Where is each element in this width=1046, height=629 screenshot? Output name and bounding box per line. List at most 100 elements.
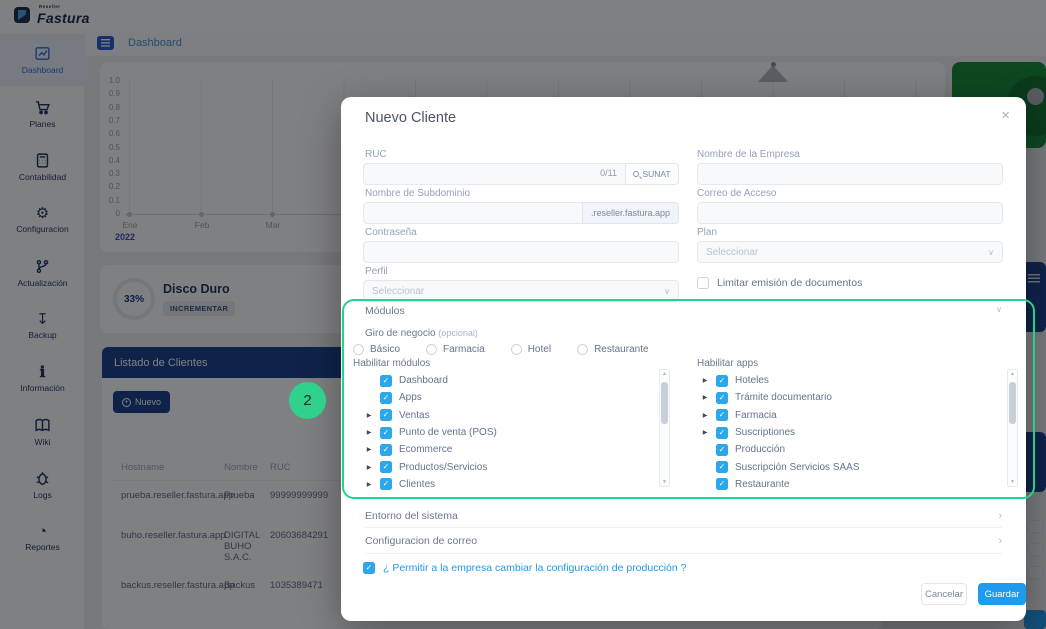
tree-arrow-icon[interactable]: ▶	[365, 464, 373, 471]
entorno-section-header[interactable]: Entorno del sistema ›	[365, 510, 1002, 522]
empresa-input[interactable]	[697, 163, 1003, 185]
tree-arrow-icon[interactable]: ▶	[701, 377, 709, 384]
plan-select[interactable]: Seleccionar ∨	[697, 241, 1003, 263]
app-label: Farmacia	[735, 410, 777, 421]
production-checkbox[interactable]: ✓	[363, 562, 375, 574]
tree-arrow-icon[interactable]: ▶	[365, 412, 373, 419]
app-checkbox[interactable]: ✓	[716, 427, 728, 439]
empresa-label: Nombre de la Empresa	[697, 149, 800, 160]
apps-list: ▶ ✓ Hoteles ▶ ✓ Trámite documentario ▶ ✓ Farma…	[701, 372, 1001, 493]
scroll-up-icon[interactable]: ▲	[1010, 370, 1015, 378]
sunat-button[interactable]: SUNAT	[625, 163, 679, 185]
modules-scrollbar[interactable]: ▲ ▼	[659, 369, 670, 487]
correo-section-header[interactable]: Configuracion de correo ›	[365, 535, 1002, 547]
module-item[interactable]: ▶✓Punto de venta (POS)	[365, 424, 665, 441]
giro-option-label: Hotel	[528, 344, 551, 355]
app-checkbox[interactable]: ✓	[716, 392, 728, 404]
save-button[interactable]: Guardar	[978, 583, 1026, 605]
correo-input[interactable]	[697, 202, 1003, 224]
production-row: ✓ ¿ Permitir a la empresa cambiar la con…	[363, 562, 686, 574]
module-item[interactable]: ✓ Dashboard	[365, 372, 665, 389]
module-checkbox[interactable]: ✓	[380, 461, 392, 473]
app-item[interactable]: ▶✓Suscriptiones	[701, 424, 1001, 441]
module-checkbox[interactable]: ✓	[380, 392, 392, 404]
search-icon	[633, 171, 639, 177]
app-label: Restaurante	[735, 479, 789, 490]
limitar-checkbox[interactable]	[697, 277, 709, 289]
radio-icon[interactable]	[426, 344, 437, 355]
modules-section-header[interactable]: Módulos ∨	[365, 305, 1002, 317]
app-item[interactable]: ✓ Restaurante	[701, 476, 1001, 493]
module-label: Dashboard	[399, 375, 448, 386]
module-label: Clientes	[399, 479, 435, 490]
check-icon: ✓	[719, 411, 726, 419]
section-divider	[365, 553, 1002, 554]
close-icon[interactable]: ×	[1001, 107, 1010, 124]
radio-icon[interactable]	[511, 344, 522, 355]
module-item[interactable]: ✓Apps	[365, 389, 665, 406]
ruc-input-group: 0/11 SUNAT	[363, 163, 679, 185]
scroll-track[interactable]	[661, 378, 668, 478]
app-checkbox[interactable]: ✓	[716, 478, 728, 490]
subdominio-label: Nombre de Subdominio	[365, 188, 470, 199]
app-checkbox[interactable]: ✓	[716, 461, 728, 473]
radio-icon[interactable]	[353, 344, 364, 355]
tree-arrow-icon[interactable]: ▶	[365, 446, 373, 453]
contrasena-input[interactable]	[363, 241, 679, 263]
limitar-label: Limitar emisión de documentos	[717, 277, 862, 289]
ruc-input[interactable]	[363, 163, 627, 185]
app-checkbox[interactable]: ✓	[716, 409, 728, 421]
app-label: Trámite documentario	[735, 392, 832, 403]
module-item[interactable]: ▶✓Ecommerce	[365, 441, 665, 458]
module-checkbox[interactable]: ✓	[380, 375, 392, 387]
app-label: Producción	[735, 444, 785, 455]
tree-arrow-icon[interactable]: ▶	[365, 429, 373, 436]
module-checkbox[interactable]: ✓	[380, 478, 392, 490]
app-item[interactable]: ▶ ✓ Farmacia	[701, 407, 1001, 424]
giro-hint: (opcional)	[438, 328, 478, 338]
perfil-select[interactable]: Seleccionar ∨	[363, 280, 679, 302]
section-divider	[365, 527, 1002, 528]
scroll-thumb[interactable]	[661, 382, 668, 424]
tree-arrow-icon[interactable]: ▶	[701, 394, 709, 401]
app-item[interactable]: ▶ ✓ Trámite documentario	[701, 389, 1001, 406]
app-checkbox[interactable]: ✓	[716, 444, 728, 456]
module-checkbox[interactable]: ✓	[380, 427, 392, 439]
module-item[interactable]: ▶✓Ventas	[365, 407, 665, 424]
cancel-button[interactable]: Cancelar	[921, 583, 967, 605]
scroll-up-icon[interactable]: ▲	[662, 370, 667, 378]
app-item[interactable]: ✓Suscripción Servicios SAAS	[701, 458, 1001, 475]
scroll-down-icon[interactable]: ▼	[1010, 478, 1015, 486]
giro-option-basico[interactable]: Básico	[353, 344, 400, 355]
contrasena-input-group	[363, 241, 679, 263]
module-item[interactable]: ▶ ✓ Clientes	[365, 476, 665, 493]
contrasena-label: Contraseña	[365, 227, 417, 238]
app-checkbox[interactable]: ✓	[716, 375, 728, 387]
tree-arrow-icon[interactable]: ▶	[701, 429, 709, 436]
tree-arrow-icon[interactable]: ▶	[365, 481, 373, 488]
giro-option-hotel[interactable]: Hotel	[511, 344, 551, 355]
habilitar-apps-label: Habilitar apps	[697, 358, 758, 369]
tree-arrow-icon[interactable]: ▶	[701, 412, 709, 419]
scroll-track[interactable]	[1009, 378, 1016, 478]
app-item[interactable]: ▶ ✓ Hoteles	[701, 372, 1001, 389]
apps-scrollbar[interactable]: ▲ ▼	[1007, 369, 1018, 487]
app-item[interactable]: ✓ Producción	[701, 441, 1001, 458]
app-label: Hoteles	[735, 375, 769, 386]
scroll-down-icon[interactable]: ▼	[662, 478, 667, 486]
check-icon: ✓	[719, 480, 726, 488]
module-checkbox[interactable]: ✓	[380, 409, 392, 421]
scroll-thumb[interactable]	[1009, 382, 1016, 424]
chevron-down-icon: ∨	[996, 305, 1002, 317]
production-label: ¿ Permitir a la empresa cambiar la confi…	[383, 562, 686, 574]
check-icon: ✓	[719, 394, 726, 402]
annotation-step-badge: 2	[289, 382, 326, 419]
perfil-label: Perfil	[365, 266, 388, 277]
module-checkbox[interactable]: ✓	[380, 444, 392, 456]
new-client-modal: Nuevo Cliente × RUC 0/11 SUNAT Nombre de…	[341, 97, 1026, 621]
module-item[interactable]: ▶✓Productos/Servicios	[365, 458, 665, 475]
giro-option-farmacia[interactable]: Farmacia	[426, 344, 485, 355]
radio-icon[interactable]	[577, 344, 588, 355]
giro-option-restaurante[interactable]: Restaurante	[577, 344, 648, 355]
subdominio-input[interactable]	[363, 202, 584, 224]
